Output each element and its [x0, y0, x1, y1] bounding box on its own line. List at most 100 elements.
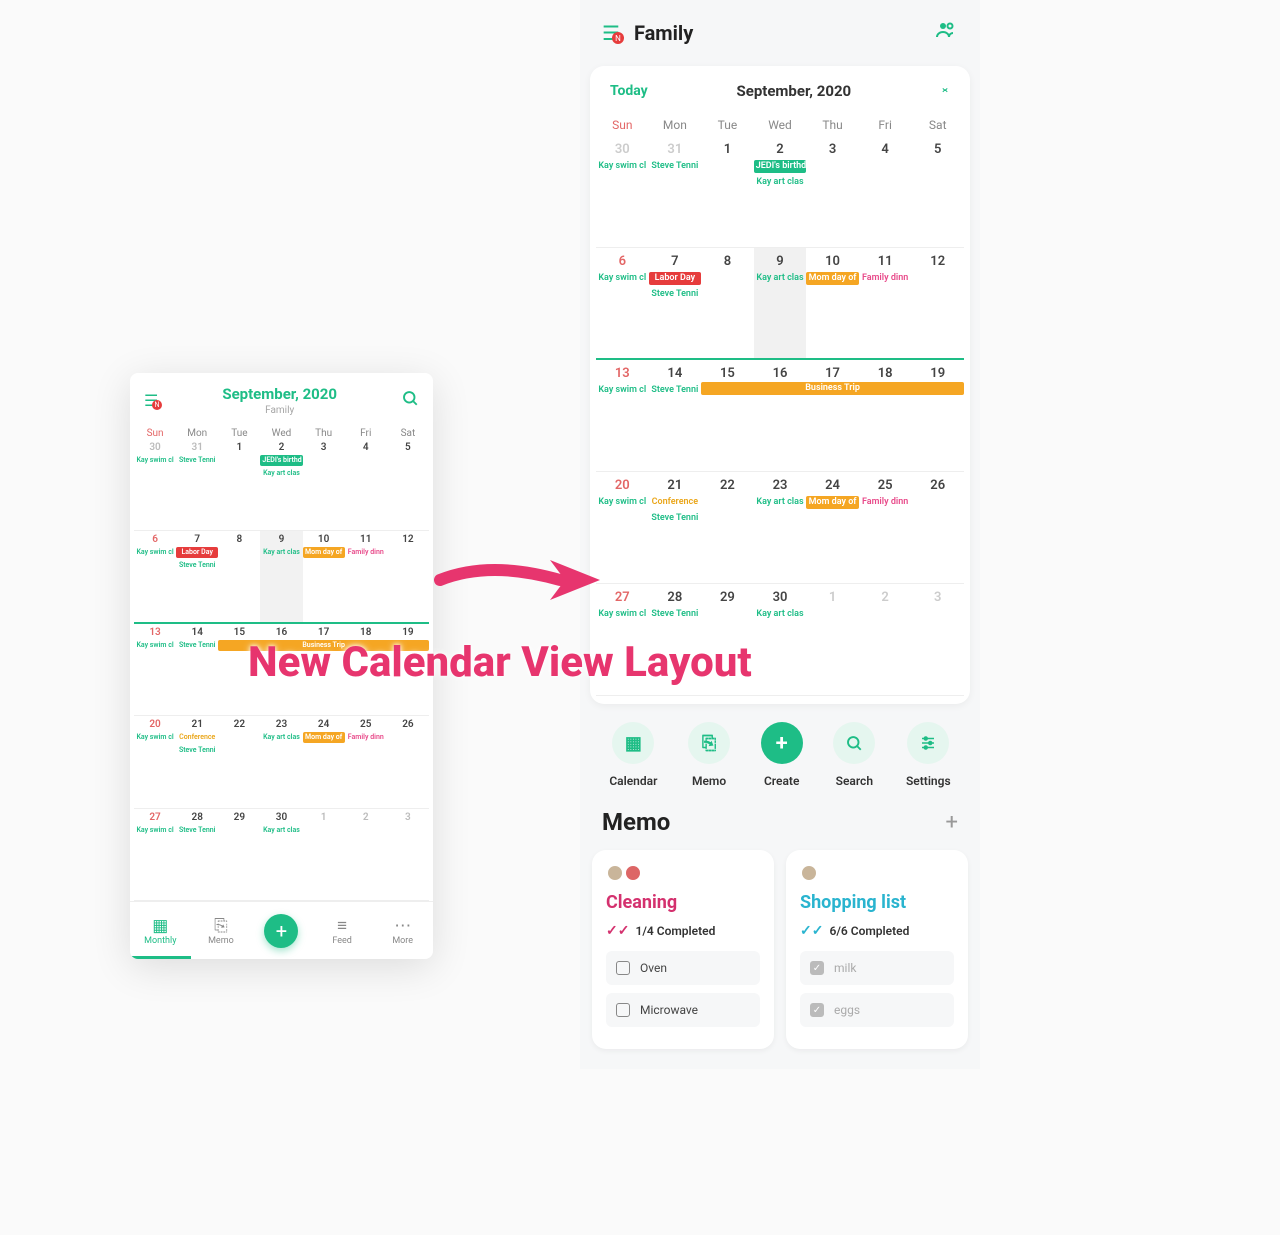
calendar-day[interactable]: 3	[806, 136, 859, 247]
calendar-day[interactable]: 7Labor DaySteve Tenni	[649, 248, 702, 358]
event-chip[interactable]: Labor Day	[176, 547, 218, 558]
calendar-day[interactable]: 15	[701, 360, 754, 471]
calendar-grid[interactable]: 30Kay swim cl31Steve Tenni12JEDI's birth…	[590, 136, 970, 696]
calendar-day[interactable]: 1	[303, 809, 345, 900]
event-chip[interactable]: Conference	[176, 732, 218, 743]
event-chip[interactable]: Kay swim cl	[596, 496, 649, 509]
calendar-day[interactable]: 11Family dinn	[345, 531, 387, 621]
event-chip[interactable]: Kay art clas	[260, 547, 302, 558]
quick-memo[interactable]: ⎘ Memo	[688, 722, 730, 788]
calendar-day[interactable]: 26	[911, 472, 964, 583]
event-chip[interactable]: Family dinn	[859, 272, 912, 285]
search-icon[interactable]	[401, 389, 419, 412]
nav-feed[interactable]: ≡ Feed	[312, 916, 373, 946]
event-chip[interactable]: Kay swim cl	[134, 732, 176, 743]
nav-more[interactable]: ⋯ More	[372, 916, 433, 946]
calendar-day[interactable]: 4	[345, 439, 387, 530]
event-chip[interactable]: JEDI's birthd	[260, 455, 302, 466]
checkbox-icon[interactable]	[616, 961, 630, 975]
calendar-day[interactable]: 16Kay art clas	[754, 360, 807, 471]
event-chip[interactable]: Kay swim cl	[134, 455, 176, 466]
add-memo-button[interactable]: +	[946, 810, 958, 835]
calendar-day[interactable]: 31Steve Tenni	[649, 136, 702, 247]
calendar-day[interactable]: 3	[387, 809, 429, 900]
event-chip[interactable]: Kay swim cl	[134, 640, 176, 651]
menu-icon[interactable]: ☰N	[144, 391, 158, 410]
calendar-day[interactable]: 9Kay art clas	[260, 531, 302, 621]
event-chip[interactable]: Family dinn	[859, 496, 912, 509]
calendar-day[interactable]: 28Steve Tenni	[176, 809, 218, 900]
calendar-name[interactable]: Family	[634, 21, 920, 45]
memo-item[interactable]: Oven	[606, 951, 760, 985]
calendar-day[interactable]: 21ConferenceSteve Tenni	[176, 716, 218, 807]
nav-create[interactable]: +	[251, 914, 312, 948]
calendar-day[interactable]: 27Kay swim cl	[134, 809, 176, 900]
calendar-day[interactable]: 13Kay swim cl	[596, 360, 649, 471]
calendar-day[interactable]: 14Steve Tenni	[649, 360, 702, 471]
quick-calendar[interactable]: ▦ Calendar	[609, 722, 657, 788]
event-chip[interactable]: Steve Tenni	[176, 640, 218, 651]
calendar-day[interactable]: 25Family dinn	[859, 472, 912, 583]
calendar-day[interactable]: 31Steve Tenni	[176, 439, 218, 530]
calendar-day[interactable]: 2JEDI's birthdKay art clas	[260, 439, 302, 530]
checkbox-icon[interactable]	[616, 1003, 630, 1017]
today-button[interactable]: Today	[610, 83, 648, 99]
calendar-day[interactable]: 10Mom day of	[806, 248, 859, 358]
memo-card-shopping[interactable]: Shopping list ✓✓6/6 Completed ✓milk ✓egg…	[786, 850, 968, 1049]
event-chip[interactable]: JEDI's birthd	[754, 160, 807, 173]
event-chip[interactable]: Mom day of	[806, 272, 859, 285]
event-chip[interactable]: Kay art clas	[754, 176, 807, 189]
event-chip[interactable]: Labor Day	[649, 272, 702, 285]
event-chip[interactable]: Kay art clas	[260, 732, 302, 743]
calendar-day[interactable]: 2	[859, 584, 912, 695]
group-icon[interactable]	[934, 18, 958, 48]
event-chip[interactable]: Kay art clas	[754, 608, 807, 621]
calendar-day[interactable]: 2	[345, 809, 387, 900]
quick-search[interactable]: Search	[833, 722, 875, 788]
calendar-day[interactable]: 25Family dinn	[345, 716, 387, 807]
calendar-day[interactable]: 3	[911, 584, 964, 695]
calendar-day[interactable]: 30Kay art clas	[754, 584, 807, 695]
calendar-day[interactable]: 24Mom day of	[806, 472, 859, 583]
quick-settings[interactable]: Settings	[906, 722, 951, 788]
calendar-day[interactable]: 26	[387, 716, 429, 807]
event-chip[interactable]: Family dinn	[345, 732, 387, 743]
memo-card-cleaning[interactable]: Cleaning ✓✓1/4 Completed Oven Microwave	[592, 850, 774, 1049]
calendar-day[interactable]: 5	[911, 136, 964, 247]
memo-item[interactable]: ✓eggs	[800, 993, 954, 1027]
calendar-day[interactable]: 30Kay swim cl	[134, 439, 176, 530]
event-chip[interactable]: Steve Tenni	[176, 825, 218, 836]
memo-item[interactable]: ✓milk	[800, 951, 954, 985]
calendar-day[interactable]: 1	[701, 136, 754, 247]
calendar-day[interactable]: 1	[218, 439, 260, 530]
event-chip[interactable]: Kay art clas	[754, 496, 807, 509]
event-chip[interactable]: Mom day of	[303, 547, 345, 558]
calendar-day[interactable]: 29	[218, 809, 260, 900]
event-chip[interactable]: Mom day of	[806, 496, 859, 509]
nav-monthly[interactable]: ▦ Monthly	[130, 916, 191, 946]
event-chip[interactable]: Steve Tenni	[649, 160, 702, 173]
calendar-day[interactable]: 8	[701, 248, 754, 358]
calendar-day[interactable]: 20Kay swim cl	[134, 716, 176, 807]
calendar-day[interactable]: 9Kay art clas	[754, 248, 807, 358]
calendar-day[interactable]: 1	[806, 584, 859, 695]
calendar-day[interactable]: 23Kay art clas	[260, 716, 302, 807]
calendar-day[interactable]: 30Kay swim cl	[596, 136, 649, 247]
event-chip[interactable]: Kay swim cl	[596, 272, 649, 285]
calendar-day[interactable]: 21ConferenceSteve Tenni	[649, 472, 702, 583]
calendar-day[interactable]: 24Mom day of	[303, 716, 345, 807]
nav-memo[interactable]: ⎘ Memo	[191, 916, 252, 946]
calendar-day[interactable]: 14Steve Tenni	[176, 624, 218, 715]
checkbox-icon[interactable]: ✓	[810, 961, 824, 975]
event-span[interactable]: Business Trip	[701, 382, 964, 395]
quick-create[interactable]: + Create	[761, 722, 803, 788]
calendar-day[interactable]: 30Kay art clas	[260, 809, 302, 900]
calendar-day[interactable]: 11Family dinn	[859, 248, 912, 358]
calendar-day[interactable]: 13Kay swim cl	[134, 624, 176, 715]
calendar-day[interactable]: 19	[911, 360, 964, 471]
month-title[interactable]: September, 2020	[648, 82, 940, 100]
event-chip[interactable]: Family dinn	[345, 547, 387, 558]
event-chip[interactable]: Steve Tenni	[176, 560, 218, 571]
calendar-day[interactable]: 22	[701, 472, 754, 583]
calendar-day[interactable]: 23Kay art clas	[754, 472, 807, 583]
